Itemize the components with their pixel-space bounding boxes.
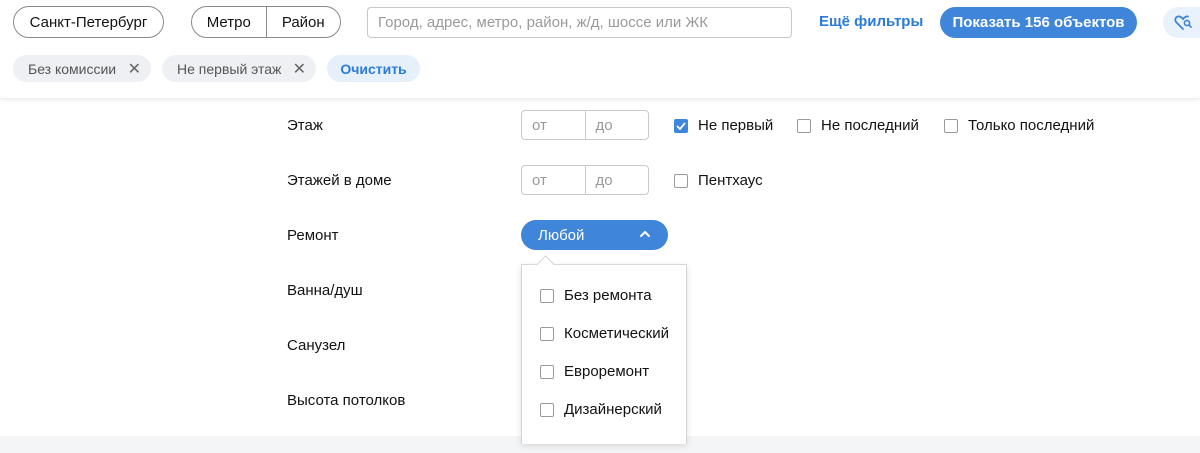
checkbox-label: Не последний [821,117,919,134]
metro-button[interactable]: Метро [192,7,266,37]
renovation-label: Ремонт [287,227,339,244]
heart-search-icon [1174,15,1192,30]
option-label: Косметический [564,325,669,342]
floor-from-input[interactable]: от [522,111,585,139]
city-selector-button[interactable]: Санкт-Петербург [13,6,164,38]
renovation-option-cosmetic[interactable]: Косметический [540,325,669,342]
chip-label: Без комиссии [28,60,117,77]
show-objects-button[interactable]: Показать 156 объектов [940,7,1137,38]
option-label: Евроремонт [564,363,650,380]
checkbox-icon [540,326,554,341]
not-last-floor-checkbox[interactable]: Не последний [797,117,919,134]
close-icon[interactable]: ✕ [293,59,306,79]
renovation-selected-value: Любой [538,226,585,244]
ceiling-height-label: Высота потолков [287,392,406,409]
checkbox-icon [674,173,688,188]
close-icon[interactable]: ✕ [128,59,141,79]
renovation-option-none[interactable]: Без ремонта [540,287,652,304]
renovation-option-designer[interactable]: Дизайнерский [540,401,662,418]
renovation-select[interactable]: Любой [521,220,668,250]
floor-range: от до [521,110,649,140]
floors-to-input[interactable]: до [584,166,649,194]
checkbox-icon [540,402,554,417]
location-search-input[interactable] [367,7,792,38]
district-button[interactable]: Район [265,7,341,37]
active-filter-chip: Без комиссии ✕ [13,55,151,82]
chevron-up-icon [640,230,650,237]
floors-in-building-label: Этажей в доме [287,172,392,189]
checkbox-label: Только последний [968,117,1095,134]
checkbox-icon [944,118,958,133]
more-filters-link[interactable]: Ещё фильтры [819,13,923,30]
option-label: Без ремонта [564,287,652,304]
only-last-floor-checkbox[interactable]: Только последний [944,117,1094,134]
floor-label: Этаж [287,117,323,134]
option-label: Дизайнерский [564,401,662,418]
chip-label: Не первый этаж [177,60,282,77]
checkbox-icon [797,118,811,133]
filter-top-bar: Санкт-Петербург Метро Район Ещё фильтры … [0,0,1200,98]
renovation-option-euro[interactable]: Евроремонт [540,363,649,380]
active-filter-chip: Не первый этаж ✕ [162,55,316,82]
checkbox-icon [540,288,554,303]
floors-from-input[interactable]: от [522,166,585,194]
floor-to-input[interactable]: до [584,111,649,139]
location-segmented-control: Метро Район [191,6,341,38]
floors-in-building-range: от до [521,165,649,195]
clear-filters-button[interactable]: Очистить [327,55,420,82]
checkbox-label: Пентхаус [698,172,763,189]
save-search-button[interactable] [1163,7,1200,38]
not-first-floor-checkbox[interactable]: Не первый [674,117,773,134]
checkbox-checked-icon [674,118,688,133]
checkbox-icon [540,364,554,379]
checkbox-label: Не первый [698,117,774,134]
bath-label: Ванна/душ [287,282,363,299]
renovation-dropdown: Без ремонта Косметический Евроремонт Диз… [521,255,687,444]
bathroom-label: Санузел [287,337,346,354]
penthouse-checkbox[interactable]: Пентхаус [674,172,763,189]
